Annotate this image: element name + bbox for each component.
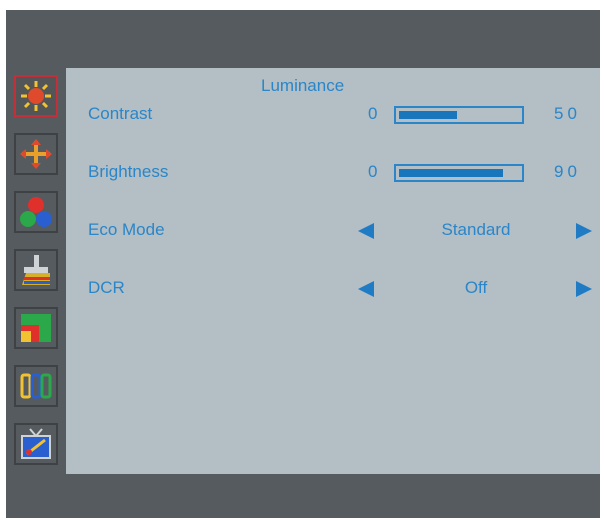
tab-color-boost[interactable]	[9, 244, 63, 296]
contrast-slider-fill	[399, 111, 457, 119]
tab-image-setup[interactable]	[9, 128, 63, 180]
contrast-value: 50	[554, 104, 581, 123]
tab-osd-setup[interactable]	[9, 360, 63, 412]
top-bar	[6, 10, 600, 68]
tab-luminance[interactable]	[9, 70, 63, 122]
tab-picture-boost[interactable]	[9, 302, 63, 354]
bottom-bar	[6, 474, 600, 518]
sidebar	[6, 68, 66, 474]
dcr-value: Off	[464, 278, 488, 297]
contrast-slider[interactable]	[394, 106, 524, 124]
brightness-min: 0	[368, 162, 378, 181]
contrast-min: 0	[368, 104, 378, 123]
dcr-right-arrow-icon[interactable]	[576, 281, 592, 297]
osd-setup-icon	[14, 365, 58, 407]
image-setup-icon	[14, 133, 58, 175]
menu-panel: Luminance Contrast 0 50 Brightness 0 90 …	[66, 68, 600, 474]
brightness-slider[interactable]	[394, 164, 524, 182]
dcr-left-arrow-icon[interactable]	[358, 281, 374, 297]
brightness-label[interactable]: Brightness	[88, 162, 168, 182]
picture-boost-icon	[14, 307, 58, 349]
eco-mode-label[interactable]: Eco Mode	[88, 220, 165, 240]
contrast-label[interactable]: Contrast	[88, 104, 152, 124]
color-boost-icon	[14, 249, 58, 291]
brightness-value: 90	[554, 162, 581, 181]
eco-mode-right-arrow-icon[interactable]	[576, 223, 592, 239]
eco-mode-value: Standard	[441, 220, 511, 239]
page-title: Luminance	[261, 76, 345, 95]
tab-color-temp[interactable]	[9, 186, 63, 238]
eco-mode-left-arrow-icon[interactable]	[358, 223, 374, 239]
color-temp-icon	[14, 191, 58, 233]
tab-extra[interactable]	[9, 418, 63, 470]
dcr-label[interactable]: DCR	[88, 278, 125, 298]
luminance-icon	[14, 75, 58, 117]
extra-icon	[14, 423, 58, 465]
brightness-slider-fill	[399, 169, 503, 177]
osd-window: Luminance Contrast 0 50 Brightness 0 90 …	[6, 10, 600, 518]
